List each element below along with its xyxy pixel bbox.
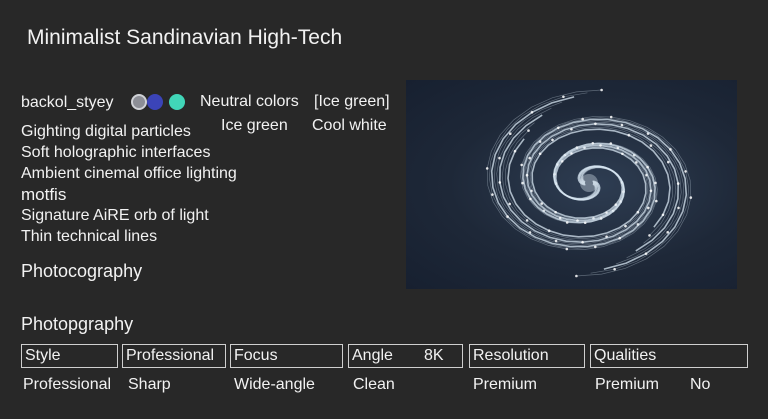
spiral-particle — [562, 95, 565, 99]
spiral-particle — [575, 274, 578, 278]
spiral-core — [580, 174, 598, 192]
spiral-particle — [565, 247, 569, 251]
spiral-particle — [684, 170, 687, 173]
spiral-particle — [547, 229, 551, 232]
spiral-particle — [661, 213, 665, 217]
table-value-focus: Wide-angle — [234, 376, 315, 393]
ice-green-label: Ice green — [221, 117, 288, 134]
galaxy-image — [406, 80, 737, 289]
spiral-particle — [485, 167, 489, 170]
swatch-gray — [131, 94, 147, 110]
spiral-particle — [530, 111, 534, 114]
table-value-style: Professional — [23, 376, 112, 393]
table-header-angle: Angle 8K — [348, 344, 463, 368]
cool-white-label: Cool white — [312, 117, 387, 134]
table-header-style: Style — [21, 344, 118, 368]
ice-green-bracket-label: [Ice green] — [314, 93, 390, 110]
swatch-blue — [147, 94, 163, 110]
page-title: Minimalist Sandinavian High-Tech — [27, 26, 343, 49]
motif-line-2: Thin technical lines — [21, 228, 158, 245]
feature-line-2: Soft holographic interfaces — [21, 144, 211, 161]
spiral-particle — [565, 221, 569, 224]
table-value-resolution: Premium — [473, 376, 538, 393]
spiral-particle — [648, 234, 651, 237]
table-value-qualities: Premium — [595, 376, 660, 393]
spiral-particle — [655, 199, 658, 203]
table-value-angle: Clean — [353, 376, 395, 393]
color-swatches — [131, 94, 187, 110]
table-header-professional: Professional — [122, 344, 226, 368]
spiral-particle — [649, 144, 653, 147]
spec-table-header: Style Professional Focus Angle 8K Resolu… — [21, 344, 749, 369]
motif-line-1: Signature AiRE orb of light — [21, 207, 209, 224]
section-heading-2: Photopgraphy — [21, 314, 134, 334]
spiral-particle — [627, 134, 631, 137]
spiral-particle — [498, 181, 502, 184]
table-header-qualities: Qualities — [590, 344, 748, 368]
spiral-particle — [520, 163, 523, 167]
spiral-particle — [498, 156, 501, 160]
table-header-focus: Focus — [230, 344, 343, 368]
motifs-heading: motfis — [21, 185, 67, 204]
table-value-extra: No — [690, 376, 711, 393]
galaxy-spiral-icon — [485, 88, 693, 278]
spiral-particle — [525, 219, 529, 222]
spiral-particle — [609, 142, 613, 145]
neutral-colors-label: Neutral colors — [200, 93, 299, 110]
spiral-particle — [613, 267, 616, 271]
spiral-particle — [513, 149, 517, 153]
feature-line-1: Gighting digital particles — [21, 123, 191, 140]
section-heading-1: Photocography — [21, 261, 143, 281]
style-label: backol_styey — [21, 94, 114, 111]
spiral-particle — [609, 115, 613, 119]
spiral-particle — [527, 129, 530, 132]
spiral-particle — [600, 88, 603, 92]
table-header-resolution: Resolution — [469, 344, 585, 368]
spiral-particle — [676, 182, 680, 185]
table-value-professional: Sharp — [128, 376, 171, 393]
feature-line-3: Ambient cinemal office lighting — [21, 165, 237, 182]
spiral-particle — [689, 196, 693, 199]
swatch-green — [169, 94, 185, 110]
spiral-particle — [644, 252, 648, 255]
spiral-particle — [491, 193, 494, 196]
spiral-particle — [677, 206, 680, 210]
